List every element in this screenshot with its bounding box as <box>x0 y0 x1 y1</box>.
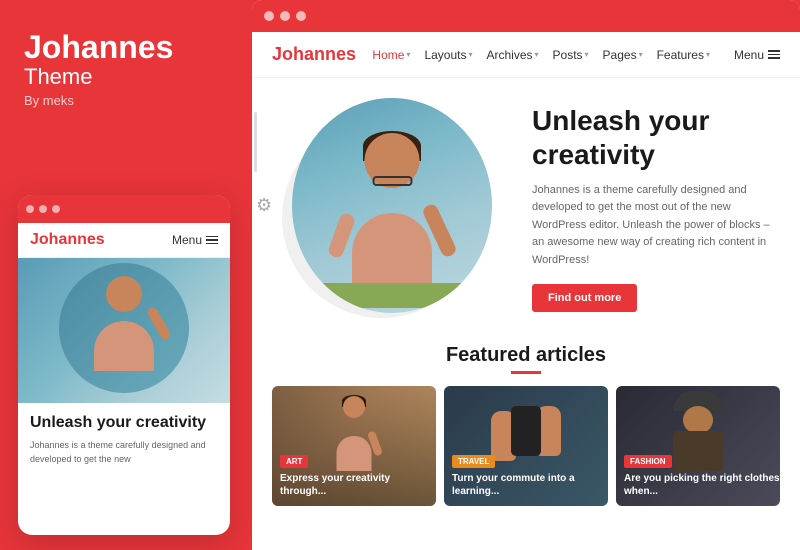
featured-divider <box>511 371 541 374</box>
article-1-title: Express your creativity through... <box>280 472 436 498</box>
hero-title: Unleash your creativity <box>532 104 776 171</box>
mobile-hero-image <box>18 258 230 403</box>
person-head <box>343 396 365 418</box>
article-2-title: Turn your commute into a learning... <box>452 472 608 498</box>
mobile-hero-title: Unleash your creativity <box>30 413 218 433</box>
find-out-more-button[interactable]: Find out more <box>532 284 637 312</box>
article-1-info: Art Express your creativity through... <box>280 451 436 498</box>
desktop-nav: Johannes Home ▾ Layouts ▾ Archives ▾ Pos… <box>252 32 800 78</box>
chevron-down-icon: ▾ <box>639 50 643 59</box>
article-badge-fashion: Fashion <box>624 455 672 468</box>
articles-grid: Art Express your creativity through... T… <box>272 386 780 506</box>
mobile-browser-bar <box>18 195 230 223</box>
nav-link-features[interactable]: Features ▾ <box>657 48 710 62</box>
mobile-dot-2 <box>39 205 47 213</box>
person-head <box>683 406 713 434</box>
nav-link-pages[interactable]: Pages ▾ <box>603 48 643 62</box>
browser-content: Johannes Home ▾ Layouts ▾ Archives ▾ Pos… <box>252 32 800 550</box>
hero-text: Unleash your creativity Johannes is a th… <box>512 104 776 311</box>
mobile-content: Unleash your creativity Johannes is a th… <box>18 403 230 476</box>
article-badge-art: Art <box>280 455 308 468</box>
mobile-nav: Johannes Menu <box>18 223 230 258</box>
person-head <box>365 133 420 188</box>
article-3-title: Are you picking the right clothes when..… <box>624 472 780 498</box>
nav-link-layouts[interactable]: Layouts ▾ <box>424 48 472 62</box>
article-card-1[interactable]: Art Express your creativity through... <box>272 386 436 506</box>
article-2-info: Travel Turn your commute into a learning… <box>452 451 608 498</box>
mobile-mockup: Johannes Menu Unleash your creativity Jo… <box>18 195 230 535</box>
hamburger-icon <box>768 50 780 59</box>
chevron-down-icon: ▾ <box>706 50 710 59</box>
mobile-menu-button[interactable]: Menu <box>172 233 218 247</box>
browser-dot-2 <box>280 11 290 21</box>
mobile-hero-desc: Johannes is a theme carefully designed a… <box>30 439 218 466</box>
chevron-down-icon: ▾ <box>585 50 589 59</box>
chevron-down-icon: ▾ <box>468 50 472 59</box>
brand-title: Johannes Theme By meks <box>24 30 224 108</box>
chevron-down-icon: ▾ <box>406 50 410 59</box>
mobile-hero-circle <box>59 263 189 393</box>
person-body <box>352 213 432 283</box>
browser-dot-3 <box>296 11 306 21</box>
desktop-nav-links: Home ▾ Layouts ▾ Archives ▾ Posts ▾ Page… <box>372 48 780 62</box>
desktop-logo[interactable]: Johannes <box>272 44 356 65</box>
browser-dot-1 <box>264 11 274 21</box>
mobile-menu-label: Menu <box>172 233 202 247</box>
hamburger-icon <box>206 236 218 245</box>
featured-title: Featured articles <box>272 344 780 367</box>
person-body <box>94 321 154 371</box>
article-badge-travel: Travel <box>452 455 495 468</box>
person-desktop-figure <box>312 113 472 313</box>
chevron-down-icon: ▾ <box>535 50 539 59</box>
phone-object <box>511 406 541 456</box>
article-card-2[interactable]: Travel Turn your commute into a learning… <box>444 386 608 506</box>
person-head <box>106 276 142 312</box>
hero-section: ⚙ Unleash your <box>252 78 800 334</box>
art-table <box>307 283 477 308</box>
nav-menu-button[interactable]: Menu <box>734 48 780 62</box>
featured-section: Featured articles Art <box>252 334 800 514</box>
hero-description: Johannes is a theme carefully designed a… <box>532 182 776 270</box>
browser-bar <box>252 0 800 32</box>
mobile-dot-3 <box>52 205 60 213</box>
nav-link-archives[interactable]: Archives ▾ <box>486 48 538 62</box>
hero-image-container <box>272 98 512 318</box>
nav-link-posts[interactable]: Posts ▾ <box>553 48 589 62</box>
article-card-3[interactable]: Fashion Are you picking the right clothe… <box>616 386 780 506</box>
hero-circle-image <box>292 98 492 313</box>
person-figure <box>79 271 169 386</box>
mobile-dot-1 <box>26 205 34 213</box>
right-panel: Johannes Home ▾ Layouts ▾ Archives ▾ Pos… <box>252 0 800 550</box>
left-panel: Johannes Theme By meks Johannes Menu <box>0 0 248 550</box>
mobile-logo: Johannes <box>30 231 105 249</box>
person-glasses <box>372 176 412 186</box>
article-3-info: Fashion Are you picking the right clothe… <box>624 451 780 498</box>
nav-link-home[interactable]: Home ▾ <box>372 48 410 62</box>
